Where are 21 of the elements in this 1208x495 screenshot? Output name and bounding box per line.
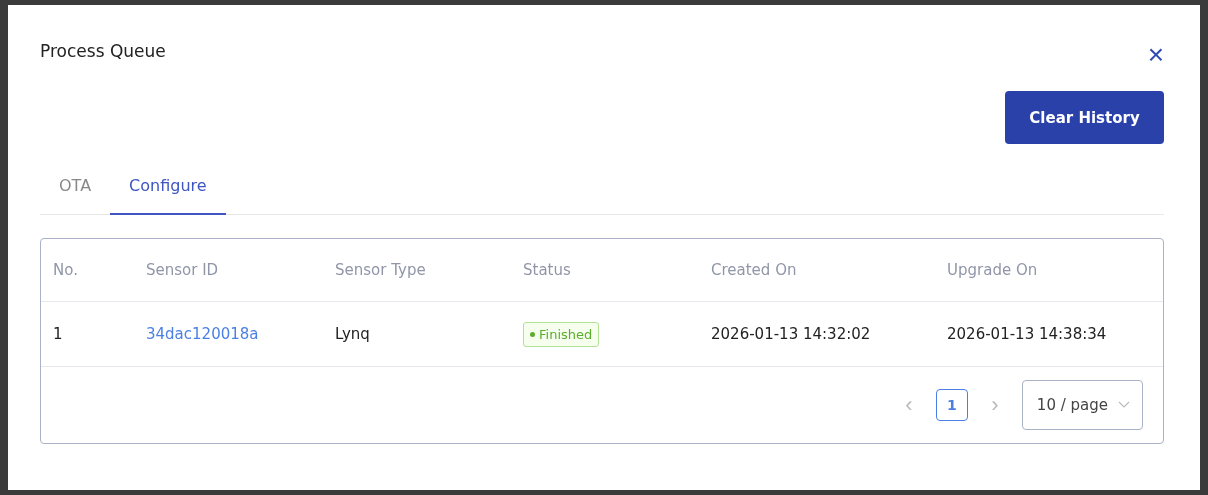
column-header: Upgrade On bbox=[946, 261, 1039, 279]
page-size-select[interactable]: 10 / page bbox=[1021, 380, 1143, 430]
status-badge: Finished bbox=[523, 321, 600, 347]
column-header: Sensor ID bbox=[145, 261, 220, 279]
column-header: Sensor Type bbox=[334, 261, 427, 279]
table-cell-text: 2026-01-13 14:32:02 bbox=[710, 325, 872, 343]
dialog-title: Process Queue bbox=[40, 41, 166, 61]
table-cell-text: 2026-01-13 14:38:34 bbox=[946, 325, 1108, 343]
sensor-id-link[interactable]: 34dac120018a bbox=[146, 325, 259, 343]
tab[interactable]: OTA bbox=[40, 164, 111, 215]
chevron-down-icon bbox=[1118, 401, 1130, 409]
close-button[interactable]: × bbox=[1147, 45, 1164, 65]
page-button[interactable]: 1 bbox=[935, 389, 968, 421]
table-cell-text: Lynq bbox=[334, 325, 371, 343]
column-header: Created On bbox=[710, 261, 798, 279]
column-header: No. bbox=[52, 261, 79, 279]
page-size-text: 10 / page bbox=[1036, 396, 1108, 414]
table-cell-text: 1 bbox=[52, 325, 64, 343]
tab[interactable]: Configure bbox=[110, 164, 226, 215]
clear-history-button[interactable]: Clear History bbox=[1005, 91, 1164, 144]
column-header: Status bbox=[522, 261, 572, 279]
